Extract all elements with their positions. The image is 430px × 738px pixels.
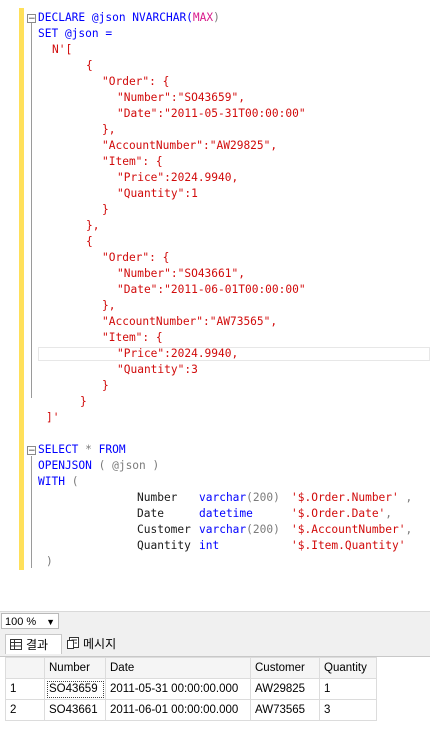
table-cell[interactable]: AW29825 [250, 678, 320, 700]
grid-icon [10, 636, 22, 656]
splitter[interactable] [0, 570, 430, 612]
editor-status-strip: 100 % ▼ [0, 611, 430, 632]
table-cell[interactable]: 1 [319, 678, 377, 700]
messages-icon [67, 635, 79, 655]
table-row: 2 SO43661 2011-06-01 00:00:00.000 AW7356… [5, 699, 377, 721]
code-line: }, [102, 299, 116, 312]
table-cell[interactable]: SO43661 [44, 699, 106, 721]
collapse-icon[interactable]: − [27, 446, 36, 456]
column-name: Date [137, 507, 164, 520]
code-line: { [86, 59, 93, 72]
results-table: Number Date Customer Quantity 1 SO43659 … [5, 657, 377, 721]
chevron-down-icon: ▼ [46, 617, 55, 627]
results-tabs: 결과 메시지 [0, 632, 430, 656]
code-line: "Quantity":3 [117, 363, 198, 376]
column-name: Customer [137, 523, 191, 536]
column-type: varchar(200) [199, 523, 280, 536]
change-indicator-bar [19, 8, 24, 570]
row-number[interactable]: 2 [5, 699, 45, 721]
code-line: } [102, 379, 109, 392]
row-number[interactable]: 1 [5, 678, 45, 700]
code-line: "AccountNumber":"AW73565", [102, 315, 278, 328]
column-name: Number [137, 491, 178, 504]
code-line: "Order": { [102, 251, 170, 264]
column-name: Quantity [137, 539, 191, 552]
code-line: "Order": { [102, 75, 170, 88]
code-line: DECLARE @json NVARCHAR(MAX) [38, 11, 220, 24]
column-path: '$.Order.Number' , [291, 491, 413, 504]
code-line: }, [102, 123, 116, 136]
code-line: "AccountNumber":"AW29825", [102, 139, 278, 152]
row-header-corner[interactable] [5, 657, 45, 679]
header-row: Number Date Customer Quantity [5, 657, 377, 679]
tab-messages[interactable]: 메시지 [63, 634, 133, 654]
column-header[interactable]: Date [105, 657, 251, 679]
table-cell[interactable]: 2011-05-31 00:00:00.000 [105, 678, 251, 700]
code-line: "Quantity":1 [117, 187, 198, 200]
table-cell[interactable]: 3 [319, 699, 377, 721]
zoom-value: 100 % [5, 616, 37, 628]
code-line: "Item": { [102, 331, 163, 344]
code-line: N'[ [52, 43, 73, 56]
results-grid: Number Date Customer Quantity 1 SO43659 … [0, 656, 430, 738]
table-cell[interactable]: AW73565 [250, 699, 320, 721]
code-line: } [102, 203, 109, 216]
tab-results-label: 결과 [26, 638, 49, 652]
column-path: '$.Item.Quantity' [291, 539, 406, 552]
code-line: "Price":2024.9940, [117, 171, 239, 184]
column-header[interactable]: Customer [250, 657, 320, 679]
table-cell[interactable]: 2011-06-01 00:00:00.000 [105, 699, 251, 721]
code-line: "Date":"2011-05-31T00:00:00" [117, 107, 306, 120]
column-header[interactable]: Quantity [319, 657, 377, 679]
code-line: ) [46, 555, 53, 568]
code-line: ]' [46, 411, 60, 424]
tab-messages-label: 메시지 [83, 637, 117, 651]
code-line: SELECT * FROM [38, 443, 126, 456]
collapse-icon[interactable]: − [27, 14, 36, 24]
code-line: "Item": { [102, 155, 163, 168]
code-line: WITH ( [38, 475, 79, 488]
table-cell[interactable]: SO43659 [44, 678, 106, 700]
code-line: SET @json = [38, 27, 113, 40]
column-path: '$.Order.Date', [291, 507, 393, 520]
code-line: OPENJSON ( @json ) [38, 459, 160, 472]
code-line: { [86, 235, 93, 248]
code-line: }, [86, 219, 100, 232]
query-editor[interactable]: − − DECLARE @json NVARCHAR(MAX) SET @jso… [0, 0, 430, 610]
table-row: 1 SO43659 2011-05-31 00:00:00.000 AW2982… [5, 678, 377, 700]
zoom-dropdown[interactable]: 100 % ▼ [1, 613, 59, 629]
code-line: } [80, 395, 87, 408]
outline-guide [31, 20, 32, 398]
outline-guide [31, 456, 32, 568]
code-line: "Number":"SO43661", [117, 267, 245, 280]
column-type: varchar(200) [199, 491, 280, 504]
column-type: int [199, 539, 220, 552]
code-line: "Number":"SO43659", [117, 91, 245, 104]
column-type: datetime [199, 507, 253, 520]
tab-results[interactable]: 결과 [5, 634, 62, 654]
code-line: "Price":2024.9940, [117, 347, 239, 360]
column-path: '$.AccountNumber', [291, 523, 413, 536]
column-header[interactable]: Number [44, 657, 106, 679]
code-line: "Date":"2011-06-01T00:00:00" [117, 283, 306, 296]
